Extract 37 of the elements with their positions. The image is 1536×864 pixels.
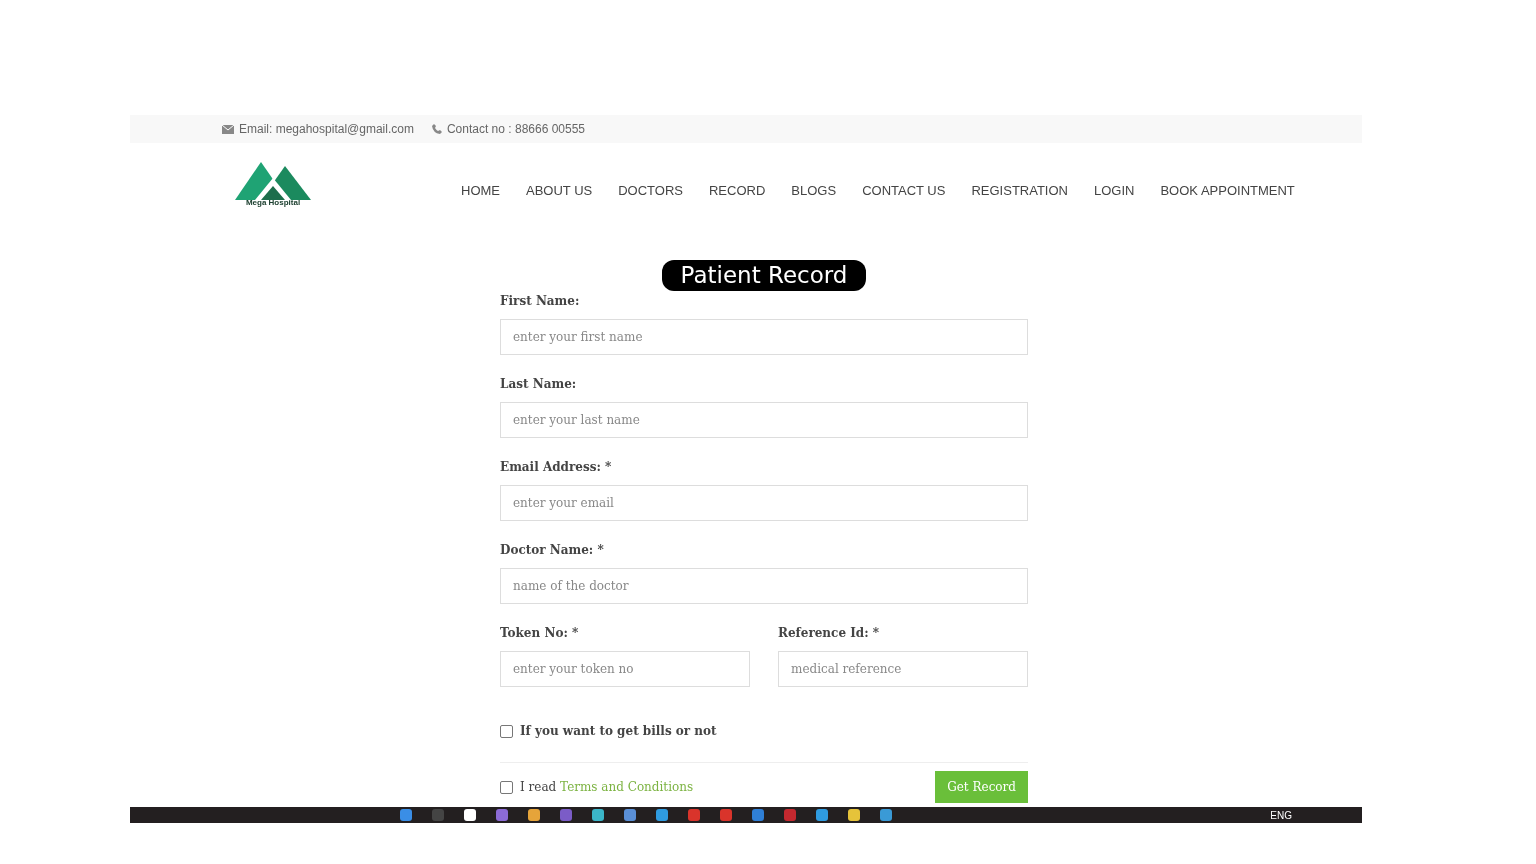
nav-link[interactable]: DOCTORS: [618, 183, 683, 198]
checkbox[interactable]: [500, 780, 513, 794]
form-title: Patient Record: [661, 260, 867, 291]
input-field[interactable]: enter your first name: [500, 319, 1028, 355]
checkbox-label: If you want to get bills or not: [520, 724, 717, 738]
input-field[interactable]: name of the doctor: [500, 568, 1028, 604]
field-label: Reference Id: *: [778, 626, 881, 642]
nav-link[interactable]: BLOGS: [791, 183, 837, 198]
field-label: Last Name:: [500, 377, 578, 393]
nav-link[interactable]: REGISTRATION: [971, 183, 1068, 198]
field-label: First Name:: [500, 294, 581, 310]
field-label: Email Address: *: [500, 460, 613, 476]
field-label: Doctor Name: *: [500, 543, 605, 559]
taskbar-app-icon[interactable]: [528, 809, 540, 821]
language-indicator[interactable]: ENG: [1270, 809, 1292, 821]
mountain-logo-icon: [235, 162, 311, 200]
phone-icon: [431, 124, 442, 134]
input-field[interactable]: medical reference: [778, 651, 1028, 687]
nav-link[interactable]: ABOUT US: [526, 183, 593, 198]
envelope-icon: [222, 124, 234, 134]
nav-link[interactable]: RECORD: [709, 183, 766, 198]
nav-link[interactable]: CONTACT US: [862, 183, 946, 198]
input-field[interactable]: enter your token no: [500, 651, 750, 687]
logo-text: Mega Hospital: [245, 198, 301, 207]
taskbar-app-icon[interactable]: [592, 809, 604, 821]
taskbar-app-icon[interactable]: [464, 809, 476, 821]
nav-link[interactable]: BOOK APPOINTMENT: [1160, 183, 1295, 198]
nav-link[interactable]: HOME: [461, 183, 500, 198]
taskbar-app-icon[interactable]: [848, 809, 860, 821]
contact-text: Contact no : 88666 00555: [446, 122, 586, 136]
field-label: Token No: *: [500, 626, 580, 642]
email-text: Email: megahospital@gmail.com: [239, 122, 414, 136]
input-field[interactable]: enter your last name: [500, 402, 1028, 438]
input-field[interactable]: enter your email: [500, 485, 1028, 521]
checkbox[interactable]: [500, 724, 513, 738]
terms-text: I read Terms and Conditions: [520, 780, 694, 794]
nav-link[interactable]: LOGIN: [1094, 183, 1135, 198]
